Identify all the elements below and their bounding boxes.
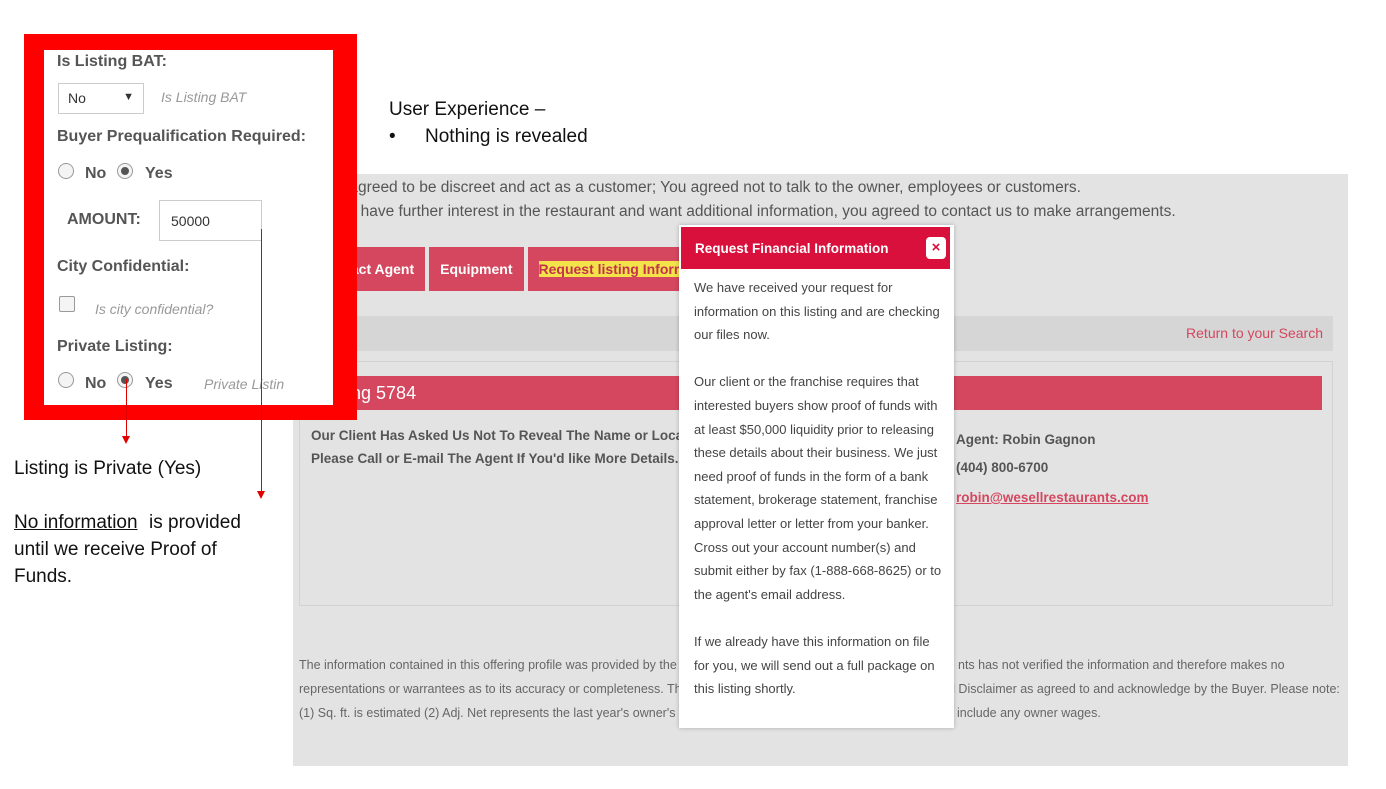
city-confidential-checkbox[interactable] [59, 296, 75, 312]
agent-phone: (404) 800-6700 [956, 460, 1049, 475]
private-yes-radio[interactable] [117, 372, 133, 388]
prequal-label: Buyer Prequalification Required: [57, 128, 306, 145]
no-info-note: No information [14, 512, 138, 533]
client-message: Please Call or E-mail The Agent If You'd… [311, 451, 679, 466]
private-listing-label: Private Listing: [57, 338, 173, 355]
private-no-label: No [85, 375, 107, 392]
private-no-radio[interactable] [58, 372, 74, 388]
bullet-icon: • [389, 126, 396, 147]
amount-input[interactable]: 50000 [159, 200, 262, 241]
connector-line [261, 229, 262, 491]
amount-label: AMOUNT: [67, 211, 141, 228]
disclaimer-text: d Disclaimer as agreed to and acknowledg… [948, 682, 1340, 696]
term-c: c. If you have further interest in the r… [302, 203, 1176, 220]
agent-name: Agent: Robin Gagnon [956, 432, 1096, 447]
connector-line [126, 379, 127, 436]
return-to-search-link[interactable]: Return to your Search [1186, 325, 1323, 341]
funds-note: Funds. [14, 566, 73, 587]
disclaimer-text: (1) Sq. ft. is estimated (2) Adj. Net re… [299, 706, 693, 720]
private-yes-label: Yes [145, 375, 173, 392]
modal-header: Request Financial Information × [681, 227, 950, 269]
amount-value: 50000 [171, 213, 210, 229]
disclaimer-text: include any owner wages. [957, 706, 1101, 720]
bat-hint: Is Listing BAT [161, 89, 247, 105]
term-b: b. You agreed to be discreet and act as … [302, 179, 1081, 196]
disclaimer-text: representations or warrantees as to its … [299, 682, 691, 696]
action-button-bar: Contact Agent Equipment Request listing … [308, 247, 738, 291]
request-financial-info-modal: Request Financial Information × We have … [679, 225, 954, 728]
client-message: Our Client Has Asked Us Not To Reveal Th… [311, 428, 700, 443]
until-note: until we receive Proof of [14, 539, 217, 560]
ux-bullet-text: Nothing is revealed [425, 126, 588, 147]
bat-select[interactable]: No ▼ [58, 83, 144, 114]
city-confidential-hint: Is city confidential? [95, 301, 214, 317]
private-listing-hint: Private Listin [204, 376, 285, 392]
bat-label: Is Listing BAT: [57, 53, 167, 70]
disclaimer-text: The information contained in this offeri… [299, 658, 696, 672]
listing-settings-form: Is Listing BAT: No ▼ Is Listing BAT Buye… [44, 50, 333, 405]
prequal-no-label: No [85, 165, 107, 182]
disclaimer-text: nts has not verified the information and… [958, 658, 1285, 672]
prequal-yes-radio[interactable] [117, 163, 133, 179]
modal-paragraph: If we already have this information on f… [694, 633, 935, 697]
modal-paragraph: We have received your request for inform… [694, 280, 940, 343]
equipment-button[interactable]: Equipment [429, 247, 524, 291]
city-confidential-label: City Confidential: [57, 258, 190, 275]
close-icon[interactable]: × [926, 237, 946, 259]
arrow-down-icon [122, 436, 130, 444]
modal-paragraph: Our client or the franchise requires tha… [694, 374, 942, 602]
prequal-yes-label: Yes [145, 165, 173, 182]
private-note: Listing is Private (Yes) [14, 458, 202, 479]
caret-down-icon: ▼ [123, 91, 134, 103]
modal-body: We have received your request for inform… [694, 276, 944, 724]
agent-email-link[interactable]: robin@wesellrestaurants.com [956, 490, 1148, 505]
ux-title: User Experience – [389, 99, 546, 120]
provided-note: is provided [149, 512, 241, 533]
arrow-down-icon [257, 491, 265, 499]
bat-select-value: No [68, 90, 86, 106]
modal-title: Request Financial Information [695, 241, 889, 256]
prequal-no-radio[interactable] [58, 163, 74, 179]
